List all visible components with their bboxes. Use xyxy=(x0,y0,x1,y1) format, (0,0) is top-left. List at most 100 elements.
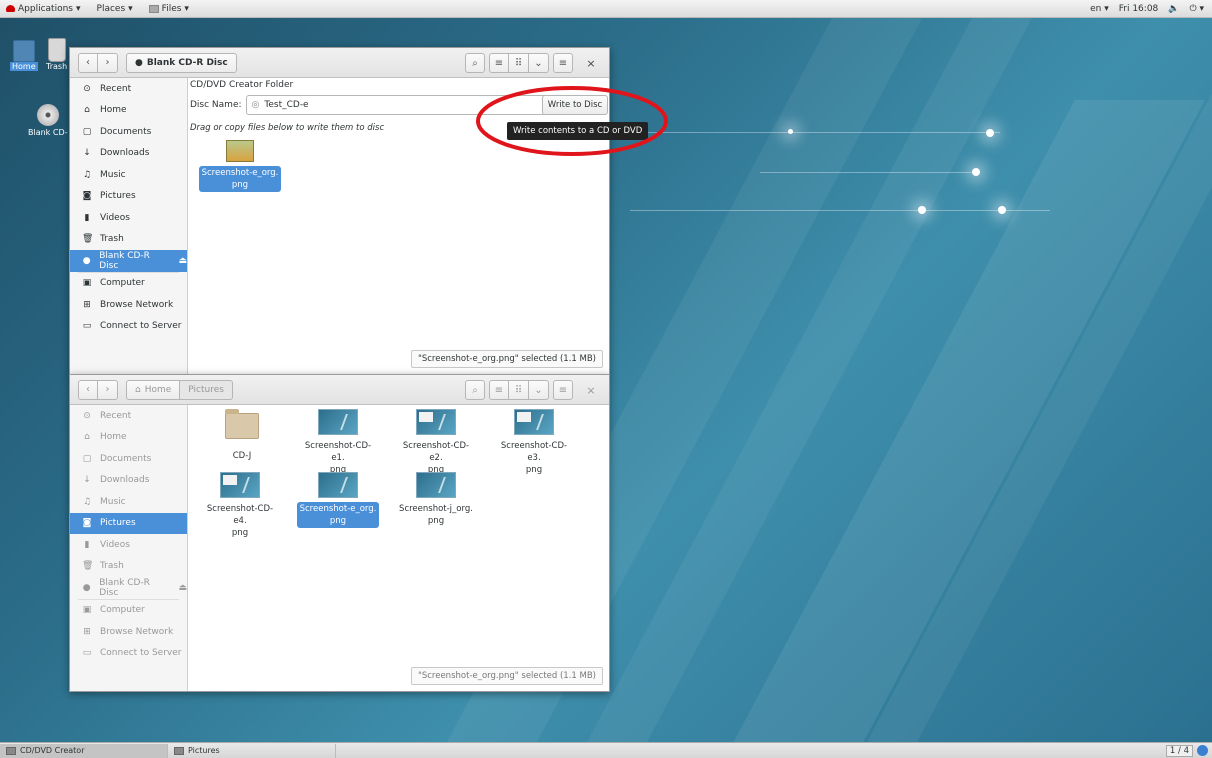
sidebar-item-recent[interactable]: ⊙ Recent xyxy=(70,78,187,100)
eject-icon[interactable]: ⏏ xyxy=(178,256,187,266)
sidebar-item-downloads[interactable]: ↓ Downloads xyxy=(70,143,187,165)
list-icon: ≡ xyxy=(494,57,504,69)
sidebar-item-pictures[interactable]: ◙ Pictures xyxy=(70,186,187,208)
file-item[interactable]: Screenshot-e_org. png xyxy=(296,472,380,528)
status-indicator: "Screenshot-e_org.png" selected (1.1 MB) xyxy=(410,350,603,368)
videos-icon: ▮ xyxy=(84,539,90,550)
sidebar-item-computer[interactable]: ▣ Computer xyxy=(70,273,187,295)
grid-view-button[interactable]: ⠿ xyxy=(509,380,529,400)
computer-icon: ▣ xyxy=(82,278,92,289)
volume-icon[interactable]: 🔈 xyxy=(1168,4,1179,14)
trash-icon: 🗑 xyxy=(82,561,94,572)
music-icon: ♫ xyxy=(82,169,92,180)
desktop-trash-icon[interactable]: Trash xyxy=(44,38,69,71)
sidebar: ⊙ Recent ⌂ Home ▢ Documents ↓ Downloads ♫ Mus… xyxy=(70,405,188,691)
close-button[interactable]: × xyxy=(581,53,601,73)
videos-icon: ▮ xyxy=(84,212,90,223)
home-icon: ⌂ xyxy=(84,105,90,116)
menu-button[interactable]: ≡ xyxy=(553,53,573,73)
image-thumbnail-icon xyxy=(416,409,456,435)
image-thumbnail-icon xyxy=(226,140,254,162)
grid-view-button[interactable]: ⠿ xyxy=(509,53,529,73)
sidebar-item-browse-network[interactable]: ⊞ Browse Network xyxy=(70,621,187,643)
forward-button[interactable]: › xyxy=(98,52,118,73)
list-view-button[interactable]: ≡ xyxy=(489,380,509,400)
files-app-icon xyxy=(148,4,159,13)
pictures-icon: ◙ xyxy=(82,191,92,202)
sidebar-item-connect-server[interactable]: ▭ Connect to Server xyxy=(70,316,187,338)
hamburger-icon: ≡ xyxy=(558,57,568,69)
sidebar-item-downloads[interactable]: ↓ Downloads xyxy=(70,470,187,492)
back-button[interactable]: ‹ xyxy=(78,52,98,73)
file-item[interactable]: Screenshot-e_org. png xyxy=(198,140,282,192)
file-item[interactable]: Screenshot-CD-e2. png xyxy=(394,409,478,477)
cd-window-header: ‹ › ● Blank CD-R Disc ⌕ ≡ ⠿ ⌄ ≡ × xyxy=(70,48,609,78)
trash-can-icon xyxy=(47,38,66,62)
home-icon: ⌂ xyxy=(84,432,90,443)
applications-menu[interactable]: Applications ▾ xyxy=(6,4,81,14)
close-icon: × xyxy=(586,56,596,70)
sidebar-item-music[interactable]: ♫ Music xyxy=(70,164,187,186)
cd-folder-title: CD/DVD Creator Folder xyxy=(190,80,294,90)
menu-button[interactable]: ≡ xyxy=(553,380,573,400)
desktop-home-icon[interactable]: Home xyxy=(10,40,38,71)
back-button[interactable]: ‹ xyxy=(78,379,98,400)
files-menu[interactable]: Files ▾ xyxy=(148,4,189,14)
server-icon: ▭ xyxy=(82,648,92,659)
status-indicator: "Screenshot-e_org.png" selected (1.1 MB) xyxy=(410,667,603,685)
close-icon: × xyxy=(586,383,596,397)
sidebar-item-trash[interactable]: 🗑 Trash xyxy=(70,229,187,251)
workspace-switcher[interactable]: 1 / 4 xyxy=(1165,744,1208,757)
path-home-button[interactable]: ⌂ Home xyxy=(126,379,181,400)
eject-icon[interactable]: ⏏ xyxy=(178,583,187,593)
view-options-button[interactable]: ⌄ xyxy=(529,380,549,400)
notification-icon[interactable] xyxy=(1197,745,1208,756)
computer-icon: ▣ xyxy=(82,605,92,616)
search-button[interactable]: ⌕ xyxy=(465,380,485,400)
sidebar-item-connect-server[interactable]: ▭ Connect to Server xyxy=(70,643,187,665)
sidebar-item-blank-cd[interactable]: ● Blank CD-R Disc ⏏ xyxy=(70,250,187,272)
sidebar-item-videos[interactable]: ▮ Videos xyxy=(70,207,187,229)
home-icon: ⌂ xyxy=(135,384,141,395)
sidebar-item-browse-network[interactable]: ⊞ Browse Network xyxy=(70,294,187,316)
taskbar-cd-creator[interactable]: CD/DVD Creator xyxy=(0,743,168,758)
file-item[interactable]: Screenshot-j_org. png xyxy=(394,472,478,528)
downloads-icon: ↓ xyxy=(83,475,91,486)
desktop-blank-cd-icon[interactable]: Blank CD- xyxy=(26,104,70,137)
taskbar-pictures[interactable]: Pictures xyxy=(168,743,336,758)
sidebar-item-home[interactable]: ⌂ Home xyxy=(70,427,187,449)
sidebar-item-home[interactable]: ⌂ Home xyxy=(70,100,187,122)
power-icon[interactable]: ⏻ ▾ xyxy=(1190,4,1205,14)
image-thumbnail-icon xyxy=(514,409,554,435)
network-icon: ⊞ xyxy=(83,299,91,310)
path-blank-cd-button[interactable]: ● Blank CD-R Disc xyxy=(126,52,237,73)
sidebar-item-computer[interactable]: ▣ Computer xyxy=(70,600,187,622)
close-button[interactable]: × xyxy=(581,380,601,400)
sidebar-item-music[interactable]: ♫ Music xyxy=(70,491,187,513)
sidebar-item-videos[interactable]: ▮ Videos xyxy=(70,534,187,556)
places-menu[interactable]: Places ▾ xyxy=(97,4,133,14)
file-item[interactable]: Screenshot-CD-e1. png xyxy=(296,409,380,477)
language-indicator[interactable]: en ▾ xyxy=(1090,4,1109,14)
list-view-button[interactable]: ≡ xyxy=(489,53,509,73)
search-button[interactable]: ⌕ xyxy=(465,53,485,73)
music-icon: ♫ xyxy=(82,496,92,507)
sidebar-item-documents[interactable]: ▢ Documents xyxy=(70,448,187,470)
file-item[interactable]: CD-J xyxy=(200,409,284,463)
path-pictures-button[interactable]: Pictures xyxy=(180,379,233,400)
file-item[interactable]: Screenshot-CD-e4. png xyxy=(198,472,282,540)
clock[interactable]: Fri 16:08 xyxy=(1119,4,1159,14)
view-options-button[interactable]: ⌄ xyxy=(529,53,549,73)
file-item[interactable]: Screenshot-CD-e3. png xyxy=(492,409,576,477)
pictures-content-area: CD-J Screenshot-CD-e1. png Screenshot-CD… xyxy=(188,405,609,691)
sidebar-item-documents[interactable]: ▢ Documents xyxy=(70,121,187,143)
sidebar-item-blank-cd[interactable]: ● Blank CD-R Disc ⏏ xyxy=(70,577,187,599)
search-icon: ⌕ xyxy=(472,384,478,396)
documents-icon: ▢ xyxy=(82,126,92,137)
sidebar-item-recent[interactable]: ⊙ Recent xyxy=(70,405,187,427)
window-icon xyxy=(6,746,16,755)
disc-icon: ● xyxy=(82,255,91,266)
sidebar-item-trash[interactable]: 🗑 Trash xyxy=(70,556,187,578)
sidebar-item-pictures[interactable]: ◙ Pictures xyxy=(70,512,187,534)
forward-button[interactable]: › xyxy=(98,379,118,400)
